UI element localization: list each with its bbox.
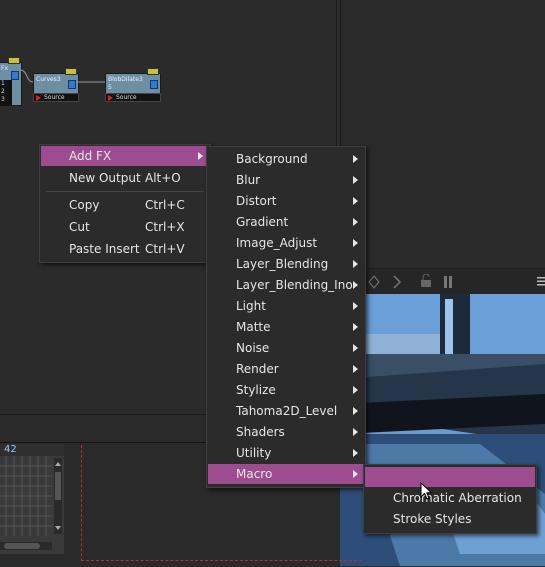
submenu-arrow-icon: [353, 176, 358, 184]
menu-item-blur[interactable]: Blur: [208, 170, 364, 190]
frame-number: 42: [4, 444, 17, 455]
menu-item-label: Utility: [236, 446, 272, 460]
menu-item-macro-1[interactable]: Chromatic Aberration: [365, 488, 535, 508]
menu-item-shortcut: Ctrl+V: [145, 242, 185, 256]
menu-item-tahoma2d-level[interactable]: Tahoma2D_Level: [208, 401, 364, 421]
pause-icon[interactable]: [443, 275, 453, 289]
submenu-arrow-icon: [353, 281, 358, 289]
menu-item-label: New Output: [69, 171, 141, 185]
menu-item-label: Cut: [69, 220, 90, 234]
menu-item-label: Chromatic Aberration: [393, 491, 522, 505]
menu-item-new-output[interactable]: New Output Alt+O: [41, 168, 209, 188]
scroll-up-icon[interactable]: [55, 462, 61, 466]
submenu-arrow-icon: [198, 152, 203, 160]
hscroll-thumb[interactable]: [4, 543, 40, 549]
menu-item-cut[interactable]: Cut Ctrl+X: [41, 217, 209, 237]
submenu-arrow-icon: [353, 155, 358, 163]
menu-item-macro-2[interactable]: Stroke Styles: [365, 509, 535, 529]
menu-item-shortcut: Alt+O: [145, 171, 181, 185]
menu-item-label: Paste Insert: [69, 242, 140, 256]
menu-icon[interactable]: [537, 276, 545, 286]
menu-item-label: Add FX: [69, 149, 112, 163]
menu-separator: [46, 191, 204, 192]
submenu-arrow-icon: [353, 365, 358, 373]
diamond-icon[interactable]: [368, 275, 380, 289]
menu-item-add-fx[interactable]: Add FX: [41, 146, 209, 166]
scroll-down-icon[interactable]: [55, 526, 61, 530]
xsheet-hscrollbar[interactable]: [0, 542, 52, 550]
menu-item-layer-blending-ino[interactable]: Layer_Blending_Ino: [208, 275, 364, 295]
node-links: [19, 69, 105, 83]
macro-submenu: Chromatic Aberration Stroke Styles: [363, 464, 537, 534]
scroll-thumb[interactable]: [55, 472, 61, 500]
lock-icon[interactable]: [420, 274, 432, 288]
menu-item-label: Noise: [236, 341, 270, 355]
submenu-arrow-icon: [353, 239, 358, 247]
menu-item-layer-blending[interactable]: Layer_Blending: [208, 254, 364, 274]
mouse-cursor-icon: [420, 482, 433, 500]
menu-item-gradient[interactable]: Gradient: [208, 212, 364, 232]
viewer-toolbar: [340, 268, 545, 296]
submenu-arrow-icon: [353, 407, 358, 415]
menu-item-background[interactable]: Background: [208, 149, 364, 169]
menu-item-label: Layer_Blending: [236, 257, 329, 271]
context-menu: Add FX New Output Alt+O Copy Ctrl+C Cut …: [39, 144, 211, 263]
menu-item-light[interactable]: Light: [208, 296, 364, 316]
submenu-arrow-icon: [353, 470, 358, 478]
menu-item-shortcut: Ctrl+X: [145, 220, 185, 234]
menu-item-macro-0[interactable]: [365, 467, 535, 487]
right-top-panel: [340, 0, 545, 268]
menu-item-label: Stylize: [236, 383, 276, 397]
menu-item-label: Background: [236, 152, 308, 166]
xsheet-scrollbar[interactable]: [54, 458, 62, 534]
menu-item-label: Stroke Styles: [393, 512, 472, 526]
menu-item-label: Tahoma2D_Level: [236, 404, 338, 418]
submenu-arrow-icon: [353, 386, 358, 394]
menu-item-macro[interactable]: Macro: [208, 464, 364, 484]
menu-item-label: Shaders: [236, 425, 285, 439]
menu-item-paste-insert[interactable]: Paste Insert Ctrl+V: [41, 239, 209, 259]
menu-item-label: Macro: [236, 467, 273, 481]
menu-item-shortcut: Ctrl+C: [145, 198, 185, 212]
menu-item-copy[interactable]: Copy Ctrl+C: [41, 195, 209, 215]
menu-item-label: Light: [236, 299, 266, 313]
menu-item-render[interactable]: Render: [208, 359, 364, 379]
menu-item-shaders[interactable]: Shaders: [208, 422, 364, 442]
menu-item-label: Layer_Blending_Ino: [236, 278, 353, 292]
menu-item-label: Image_Adjust: [236, 236, 318, 250]
menu-item-utility[interactable]: Utility: [208, 443, 364, 463]
menu-item-image-adjust[interactable]: Image_Adjust: [208, 233, 364, 253]
menu-item-distort[interactable]: Distort: [208, 191, 364, 211]
add-fx-submenu: Background Blur Distort Gradient Image_Adjus…: [206, 146, 366, 488]
menu-item-label: Copy: [69, 198, 100, 212]
xsheet-grid: [0, 456, 52, 536]
menu-item-stylize[interactable]: Stylize: [208, 380, 364, 400]
submenu-arrow-icon: [353, 197, 358, 205]
menu-item-label: Blur: [236, 173, 261, 187]
submenu-arrow-icon: [353, 302, 358, 310]
menu-item-noise[interactable]: Noise: [208, 338, 364, 358]
menu-item-label: Gradient: [236, 215, 289, 229]
submenu-arrow-icon: [353, 449, 358, 457]
submenu-arrow-icon: [353, 218, 358, 226]
xsheet-panel[interactable]: 42: [0, 444, 64, 554]
submenu-arrow-icon: [353, 428, 358, 436]
menu-item-label: Distort: [236, 194, 277, 208]
menu-item-label: Matte: [236, 320, 271, 334]
menu-item-label: Render: [236, 362, 279, 376]
submenu-arrow-icon: [353, 323, 358, 331]
xsheet-header: 42: [0, 444, 64, 456]
submenu-arrow-icon: [353, 260, 358, 268]
chevron-right-icon[interactable]: [392, 275, 402, 289]
submenu-arrow-icon: [353, 344, 358, 352]
menu-item-matte[interactable]: Matte: [208, 317, 364, 337]
